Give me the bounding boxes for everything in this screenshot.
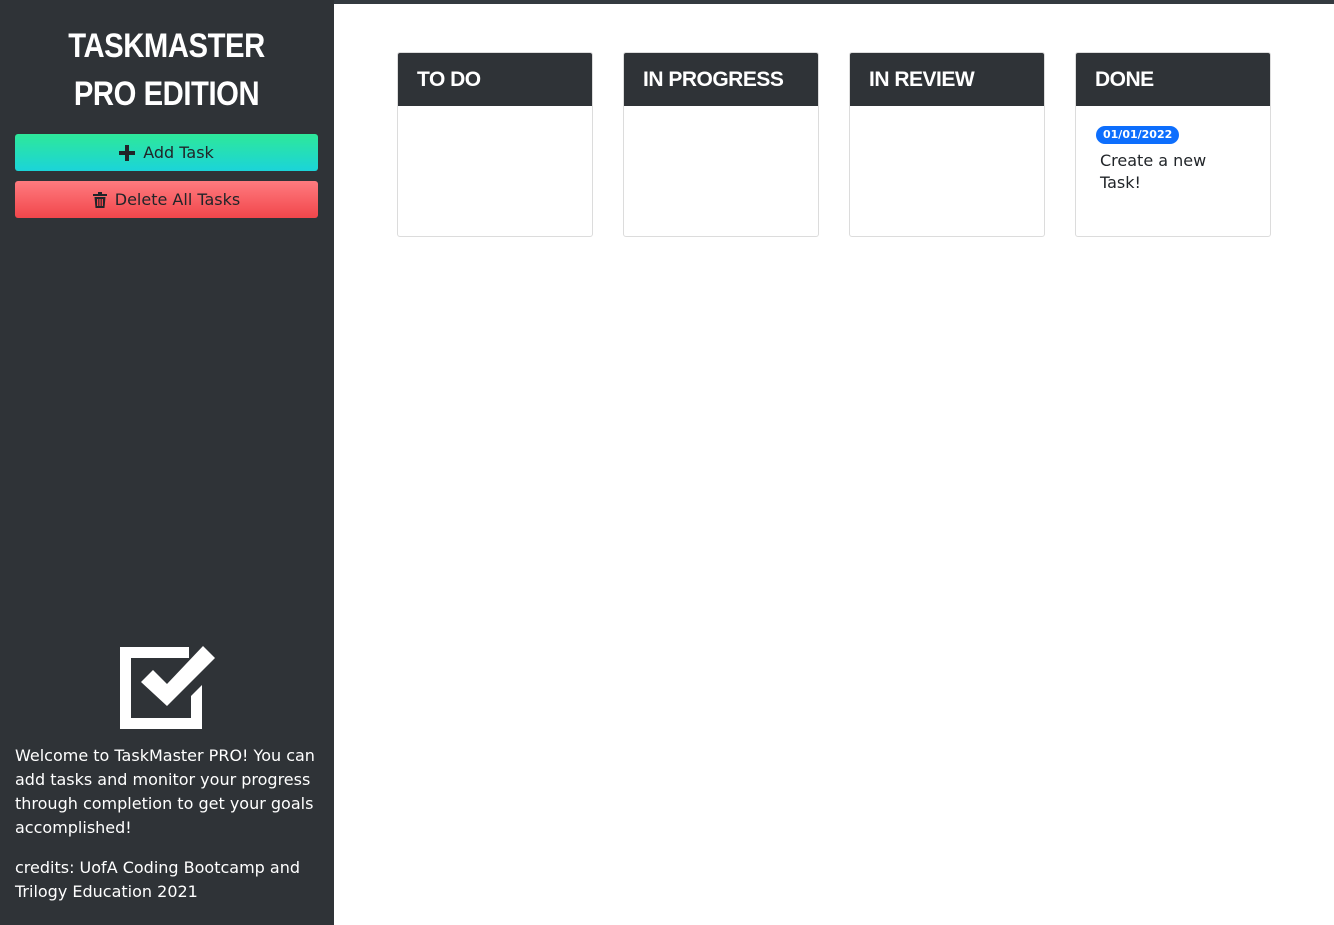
checkbox-checked-icon bbox=[117, 640, 217, 732]
delete-all-tasks-label: Delete All Tasks bbox=[114, 190, 241, 209]
trash-icon bbox=[92, 191, 107, 208]
welcome-text: Welcome to TaskMaster PRO! You can add t… bbox=[15, 746, 315, 837]
task-board: To Do In Progress In Review Done 01/01/2… bbox=[397, 52, 1271, 237]
task-due-date-badge[interactable]: 01/01/2022 bbox=[1096, 126, 1180, 144]
column-title: To Do bbox=[398, 53, 592, 106]
add-task-label: Add Task bbox=[143, 143, 214, 162]
add-task-button[interactable]: Add Task bbox=[15, 134, 318, 171]
column-task-list bbox=[624, 106, 818, 140]
task-card[interactable]: 01/01/2022 Create a new Task! bbox=[1096, 123, 1250, 194]
column-title: In Review bbox=[850, 53, 1044, 106]
column-in-review[interactable]: In Review bbox=[849, 52, 1045, 237]
column-task-list bbox=[398, 106, 592, 140]
top-border bbox=[334, 0, 1334, 4]
app-title: TaskMaster PRO Edition bbox=[68, 27, 265, 113]
column-done[interactable]: Done 01/01/2022 Create a new Task! bbox=[1075, 52, 1271, 237]
credits-text: credits: UofA Coding Bootcamp and Trilog… bbox=[15, 858, 301, 901]
delete-all-tasks-button[interactable]: Delete All Tasks bbox=[15, 181, 318, 218]
column-title: In Progress bbox=[624, 53, 818, 106]
plus-icon bbox=[119, 144, 136, 161]
column-title: Done bbox=[1076, 53, 1270, 106]
column-task-list: 01/01/2022 Create a new Task! bbox=[1076, 106, 1270, 211]
column-task-list bbox=[850, 106, 1044, 140]
sidebar-footer: Welcome to TaskMaster PRO! You can add t… bbox=[15, 640, 318, 904]
column-in-progress[interactable]: In Progress bbox=[623, 52, 819, 237]
column-to-do[interactable]: To Do bbox=[397, 52, 593, 237]
task-text[interactable]: Create a new Task! bbox=[1100, 150, 1250, 194]
sidebar: TaskMaster PRO Edition Add Task Delete A… bbox=[0, 0, 334, 925]
